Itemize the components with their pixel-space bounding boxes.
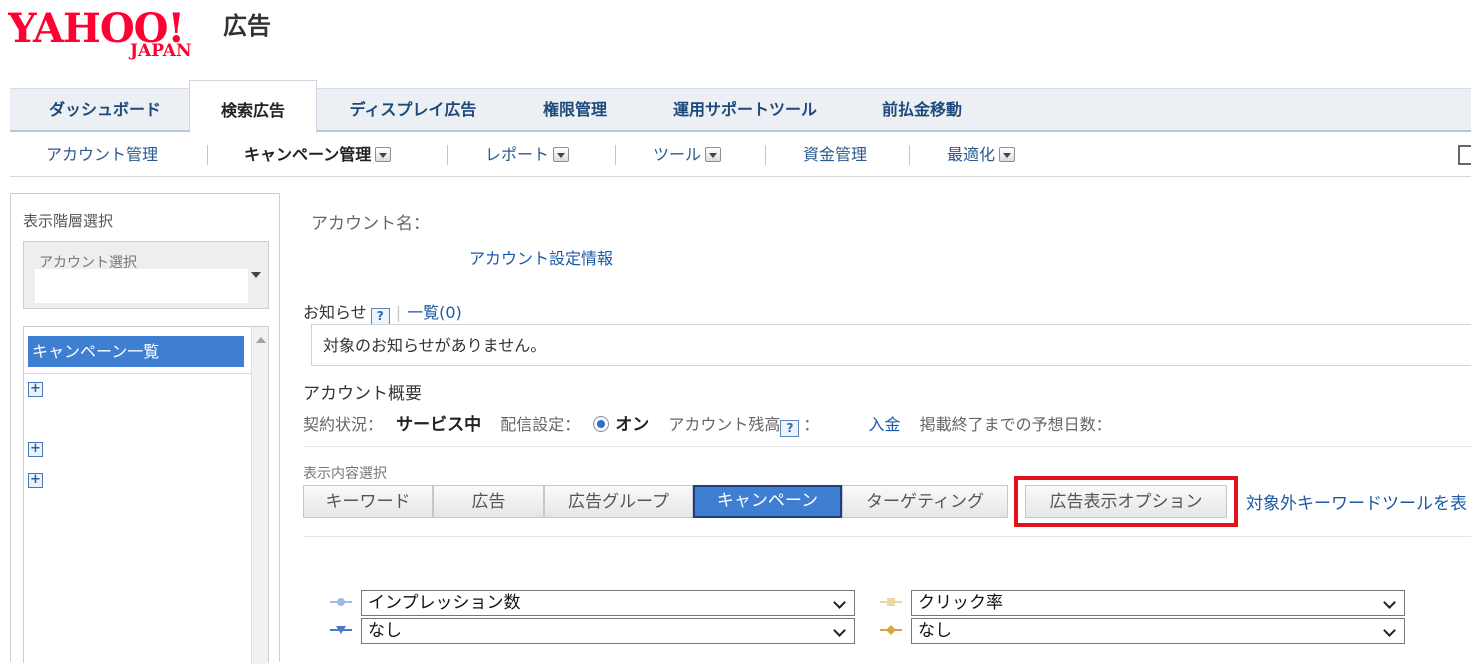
nav-display-ads[interactable]: ディスプレイ広告 (328, 89, 498, 131)
line-circle-marker-icon (330, 598, 352, 606)
contract-status-value: サービス中 (396, 415, 482, 435)
metric-select-row: インプレッション数 (330, 590, 856, 616)
subnav-separator (765, 145, 766, 165)
main-content: アカウント名： アカウント設定情報 お知らせ? | 一覧(0) 対象のお知らせがあり… (300, 193, 1471, 662)
nav-dashboard[interactable]: ダッシュボード (20, 89, 190, 131)
divider (303, 536, 1471, 537)
subnav-tools[interactable]: ツール (653, 133, 722, 177)
logo-sub-text: JAPAN (128, 41, 192, 61)
contract-status-label: 契約状況： (303, 415, 384, 434)
logo-suffix: 広告 (223, 12, 271, 40)
nav-support-tools[interactable]: 運用サポートツール (650, 89, 840, 131)
chevron-down-icon[interactable] (375, 147, 392, 162)
divider: | (395, 303, 402, 322)
notice-box: 対象のお知らせがありません。 (311, 324, 1471, 366)
highlight-box (1014, 476, 1238, 527)
subnav-campaign-management[interactable]: キャンペーン管理 (244, 133, 392, 177)
line-triangle-marker-icon (330, 626, 352, 634)
balance-colon: ： (803, 415, 820, 434)
notice-label: お知らせ (303, 303, 367, 322)
subnav-optimization-label: 最適化 (947, 145, 996, 164)
primary-nav: ダッシュボード 検索広告 ディスプレイ広告 権限管理 運用サポートツール 前払金… (10, 80, 1471, 133)
subnav-optimization[interactable]: 最適化 (947, 133, 1016, 177)
left-sidebar: 表示階層選択 アカウント選択 キャンペーン一覧 + + + (10, 193, 280, 664)
metric-select-row: クリック率 (880, 590, 1406, 616)
metric-select-4[interactable]: なし (911, 618, 1405, 644)
account-select[interactable]: アカウント選択 (23, 241, 269, 309)
line-square-marker-icon (880, 598, 902, 606)
subnav-separator (909, 145, 910, 165)
help-icon[interactable]: ? (370, 308, 390, 325)
subnav-funds-label: 資金管理 (803, 145, 868, 164)
subnav-separator (447, 145, 448, 165)
divider (24, 373, 252, 374)
yahoo-japan-ads-logo[interactable]: YAHOO! JAPAN 広告 (8, 4, 288, 64)
nav-search-ads[interactable]: 検索広告 (189, 80, 317, 133)
notice-list-link[interactable]: 一覧(0) (407, 303, 462, 322)
delivery-setting-value: オン (615, 415, 650, 435)
estimated-days-label: 掲載終了までの予想日数： (919, 415, 1112, 434)
account-balance-label: アカウント残高 (668, 415, 781, 434)
tab-ads[interactable]: 広告 (433, 485, 544, 518)
subnav-separator (615, 145, 616, 165)
campaign-list-header[interactable]: キャンペーン一覧 (28, 336, 244, 367)
metric-select-2[interactable]: なし (361, 618, 855, 644)
account-overview-title: アカウント概要 (303, 384, 422, 404)
print-icon[interactable] (1458, 145, 1471, 165)
subnav-campaign-management-label: キャンペーン管理 (244, 145, 372, 164)
subnav-account-management[interactable]: アカウント管理 (46, 133, 158, 177)
tab-campaign[interactable]: キャンペーン (693, 485, 842, 518)
subnav-report-label: レポート (485, 145, 550, 164)
sidebar-title: 表示階層選択 (23, 212, 114, 230)
tab-ad-groups[interactable]: 広告グループ (544, 485, 693, 518)
subnav-funds[interactable]: 資金管理 (803, 133, 867, 177)
secondary-nav: アカウント管理 キャンペーン管理 レポート ツール 資金管理 最適化 (10, 133, 1471, 177)
metric-select-3[interactable]: クリック率 (911, 590, 1405, 616)
metric-select-1[interactable]: インプレッション数 (361, 590, 855, 616)
expand-plus-icon[interactable]: + (28, 442, 43, 457)
metric-select-row: なし (880, 618, 1406, 644)
subnav-separator (207, 145, 208, 165)
nav-permissions[interactable]: 権限管理 (520, 89, 630, 131)
account-overview-row: 契約状況： サービス中 配信設定： オン アカウント残高?： 入金 掲載終了まで… (303, 410, 1112, 437)
line-diamond-marker-icon (880, 625, 902, 635)
chevron-down-icon[interactable] (553, 147, 570, 162)
subnav-report[interactable]: レポート (485, 133, 570, 177)
expand-plus-icon[interactable]: + (28, 473, 43, 488)
subnav-tools-label: ツール (653, 145, 702, 164)
notice-row: お知らせ? | 一覧(0) (303, 299, 462, 325)
negative-keyword-tool-link[interactable]: 対象外キーワードツールを表 (1246, 489, 1467, 514)
chevron-down-icon[interactable] (705, 147, 722, 162)
account-name-label: アカウント名： (311, 214, 430, 234)
expand-plus-icon[interactable]: + (28, 382, 43, 397)
tree-scrollbar[interactable] (251, 327, 268, 664)
account-settings-link[interactable]: アカウント設定情報 (469, 245, 613, 269)
tab-targeting[interactable]: ターゲティング (842, 485, 1008, 518)
help-icon[interactable]: ? (780, 420, 800, 437)
metric-select-row: なし (330, 618, 856, 644)
delivery-setting-label: 配信設定： (500, 415, 581, 434)
campaign-tree: キャンペーン一覧 + + + (23, 326, 269, 664)
display-selection-label: 表示内容選択 (303, 466, 387, 482)
dropdown-arrow-icon[interactable] (251, 272, 261, 278)
account-select-field[interactable] (35, 269, 248, 303)
radio-on-icon[interactable] (593, 416, 610, 432)
nav-prepay-transfer[interactable]: 前払金移動 (862, 89, 982, 131)
subnav-account-management-label: アカウント管理 (46, 145, 159, 164)
divider (303, 446, 1471, 447)
deposit-link[interactable]: 入金 (869, 415, 901, 434)
chevron-down-icon[interactable] (999, 147, 1016, 162)
tab-keyword[interactable]: キーワード (303, 485, 433, 518)
